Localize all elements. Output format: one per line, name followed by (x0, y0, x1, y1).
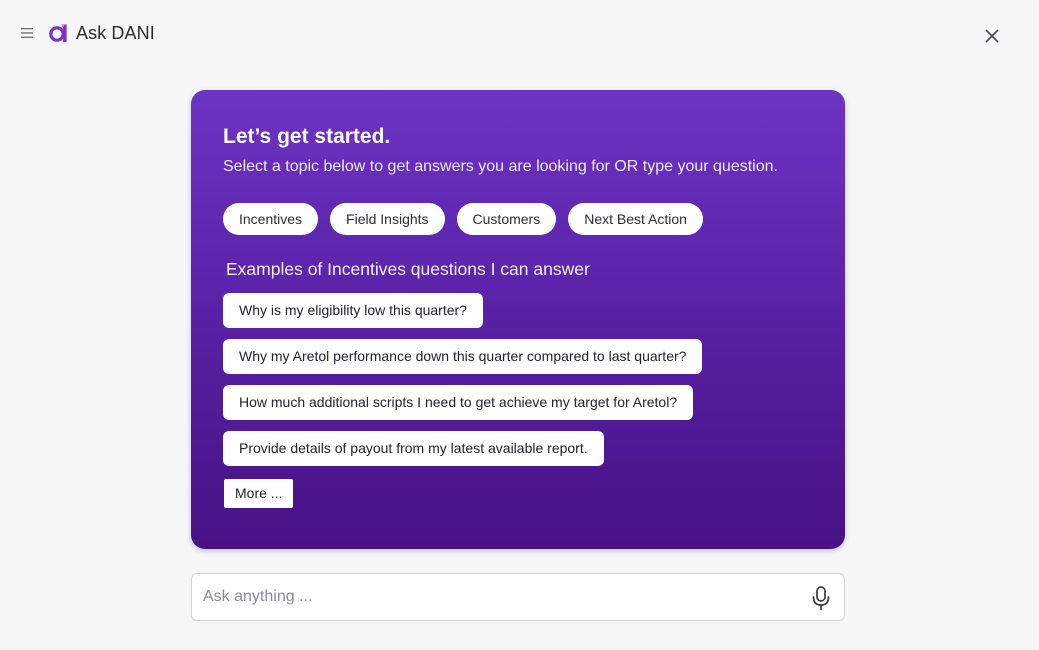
ask-bar (191, 573, 845, 621)
example-question[interactable]: How much additional scripts I need to ge… (223, 385, 694, 420)
topic-next-best-action[interactable]: Next Best Action (568, 203, 703, 235)
example-question[interactable]: Why my Aretol performance down this quar… (223, 339, 703, 374)
hamburger-menu-icon[interactable] (20, 26, 34, 40)
example-questions: Why is my eligibility low this quarter? … (223, 293, 703, 466)
getting-started-card: Let’s get started. Select a topic below … (191, 90, 845, 549)
topic-incentives[interactable]: Incentives (223, 203, 319, 235)
examples-heading: Examples of Incentives questions I can a… (226, 259, 590, 279)
dani-logo-icon (49, 24, 67, 42)
microphone-icon[interactable] (810, 585, 832, 611)
example-question[interactable]: Why is my eligibility low this quarter? (223, 293, 483, 328)
topic-field-insights[interactable]: Field Insights (330, 203, 445, 235)
example-question[interactable]: Provide details of payout from my latest… (223, 431, 604, 466)
more-questions-button[interactable]: More ... (224, 479, 294, 508)
ask-input[interactable] (203, 574, 793, 620)
ask-dani-app: Ask DANI Let’s get started. Select a top… (0, 0, 1039, 650)
close-icon[interactable] (983, 27, 1001, 45)
card-subheading: Select a topic below to get answers you … (223, 158, 778, 175)
topic-chips: Incentives Field Insights Customers Next… (223, 203, 703, 235)
topic-customers[interactable]: Customers (456, 203, 557, 235)
card-heading: Let’s get started. (223, 125, 391, 148)
app-title: Ask DANI (76, 23, 155, 43)
